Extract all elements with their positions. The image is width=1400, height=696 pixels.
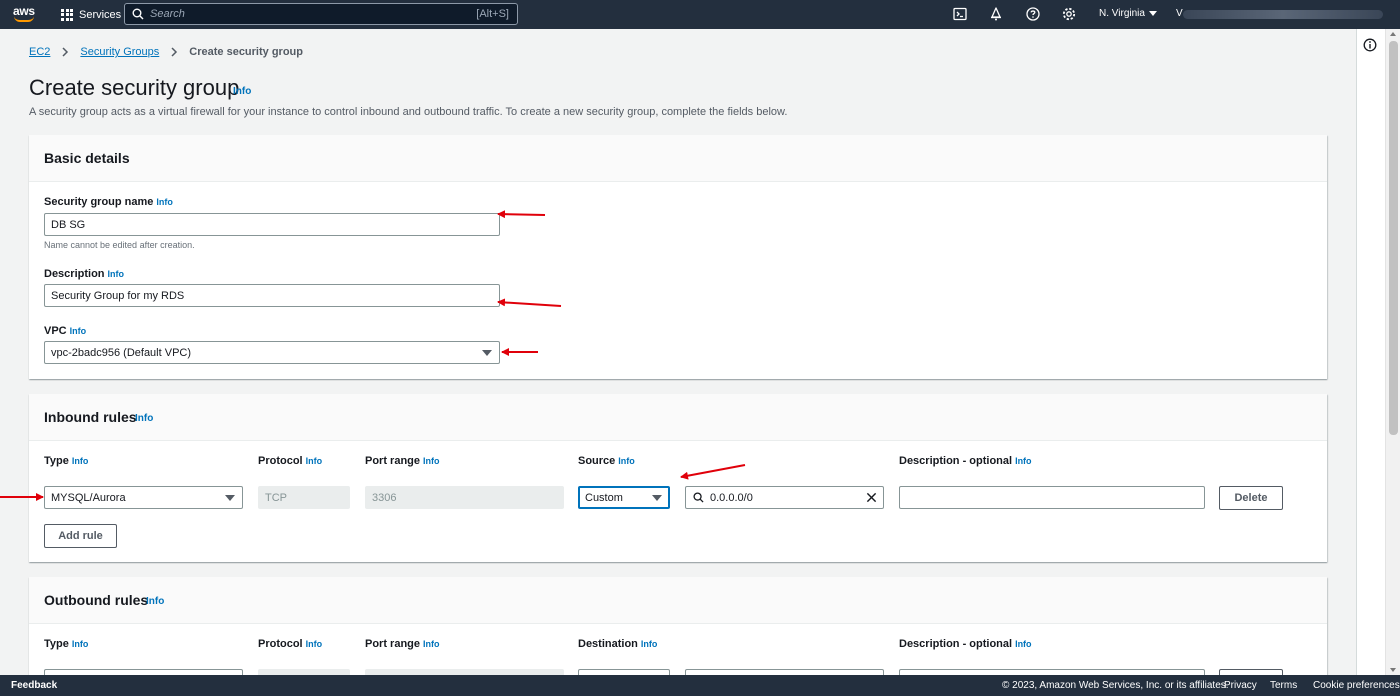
privacy-link[interactable]: Privacy — [1224, 680, 1257, 691]
outbound-rules-header: Outbound rules Info — [29, 577, 1327, 624]
help-icon[interactable] — [1025, 6, 1041, 22]
search-placeholder: Search — [150, 8, 185, 20]
out-col-protocol: Protocol Info — [258, 638, 323, 650]
services-label: Services — [79, 8, 122, 21]
cloudshell-icon[interactable] — [952, 6, 968, 22]
breadcrumb-current: Create security group — [189, 46, 303, 58]
chevron-down-icon — [1148, 11, 1157, 16]
outbound-rules-panel: Outbound rules Info Type Info Protocol Inf… — [29, 577, 1327, 675]
out-type-info-link[interactable]: Info — [72, 639, 89, 649]
description-info-link[interactable]: Info — [1015, 456, 1032, 466]
cookie-preferences-link[interactable]: Cookie preferences — [1313, 680, 1400, 691]
delete-rule-button[interactable]: Delete — [1219, 486, 1283, 510]
inbound-info-link[interactable]: Info — [135, 413, 153, 424]
col-port-range: Port range Info — [365, 455, 440, 467]
breadcrumb-ec2[interactable]: EC2 — [29, 46, 50, 58]
caret-down-icon — [482, 350, 492, 356]
col-description: Description - optional Info — [899, 455, 1032, 467]
breadcrumb-security-groups[interactable]: Security Groups — [80, 46, 159, 58]
bell-icon[interactable] — [988, 6, 1004, 22]
scroll-up-icon[interactable] — [1390, 32, 1396, 36]
page-title: Create security group — [29, 75, 240, 100]
vpc-info-link[interactable]: Info — [70, 326, 87, 336]
copyright-text: © 2023, Amazon Web Services, Inc. or its… — [1002, 680, 1229, 691]
security-group-name-field[interactable]: DB SG — [44, 213, 500, 236]
basic-details-panel: Basic details Security group name Info DB… — [29, 135, 1327, 379]
inbound-rules-panel: Inbound rules Info Type Info Protocol Info… — [29, 394, 1327, 562]
out-protocol-info-link[interactable]: Info — [306, 639, 323, 649]
add-rule-button[interactable]: Add rule — [44, 524, 117, 548]
search-input[interactable]: Search [Alt+S] — [124, 3, 518, 25]
source-cidr-field[interactable]: 0.0.0.0/0 — [685, 486, 884, 509]
out-description-info-link[interactable]: Info — [1015, 639, 1032, 649]
terms-link[interactable]: Terms — [1270, 680, 1297, 691]
description-label: Description Info — [44, 268, 125, 280]
aws-smile-icon — [14, 16, 34, 22]
vpc-label: VPC Info — [44, 325, 87, 337]
basic-details-title: Basic details — [44, 150, 130, 166]
port-range-field: 3306 — [365, 486, 564, 509]
source-type-value: Custom — [585, 492, 623, 504]
aws-logo[interactable]: aws — [13, 4, 37, 24]
out-col-type: Type Info — [44, 638, 89, 650]
name-info-link[interactable]: Info — [156, 197, 173, 207]
scroll-down-icon[interactable] — [1390, 668, 1396, 672]
search-icon — [693, 492, 704, 503]
col-protocol: Protocol Info — [258, 455, 323, 467]
type-info-link[interactable]: Info — [72, 456, 89, 466]
rule-type-select[interactable]: MYSQL/Aurora — [44, 486, 243, 509]
page-description: A security group acts as a virtual firew… — [29, 106, 788, 118]
page-scrollbar[interactable] — [1385, 29, 1400, 675]
grid-icon — [61, 8, 73, 21]
scrollbar-thumb[interactable] — [1389, 41, 1398, 435]
outbound-info-link[interactable]: Info — [146, 596, 164, 607]
vpc-select-value: vpc-2badc956 (Default VPC) — [51, 347, 192, 359]
col-source: Source Info — [578, 455, 635, 467]
inbound-rules-title: Inbound rules — [44, 409, 137, 425]
inbound-rules-header: Inbound rules Info — [29, 394, 1327, 441]
source-cidr-value: 0.0.0.0/0 — [710, 492, 753, 504]
info-panel-icon[interactable] — [1363, 38, 1377, 52]
region-selector[interactable]: N. Virginia — [1099, 8, 1157, 19]
account-initial[interactable]: V — [1176, 8, 1183, 19]
source-info-link[interactable]: Info — [618, 456, 635, 466]
port-info-link[interactable]: Info — [423, 456, 440, 466]
basic-details-header: Basic details — [29, 135, 1327, 182]
chevron-right-icon — [62, 47, 69, 57]
caret-down-icon — [225, 495, 235, 501]
out-col-destination: Destination Info — [578, 638, 658, 650]
footer: Feedback © 2023, Amazon Web Services, In… — [0, 675, 1400, 696]
feedback-link[interactable]: Feedback — [11, 680, 57, 691]
search-shortcut: [Alt+S] — [476, 8, 509, 20]
protocol-info-link[interactable]: Info — [306, 456, 323, 466]
out-col-port-range: Port range Info — [365, 638, 440, 650]
protocol-field: TCP — [258, 486, 350, 509]
caret-down-icon — [652, 495, 662, 501]
breadcrumb: EC2 Security Groups Create security grou… — [29, 46, 303, 58]
search-icon — [132, 8, 144, 20]
gear-icon[interactable] — [1061, 6, 1077, 22]
rule-type-value: MYSQL/Aurora — [51, 492, 126, 504]
tools-rail — [1356, 29, 1385, 675]
chevron-right-icon — [171, 47, 178, 57]
page-title-info-link[interactable]: Info — [233, 86, 251, 97]
name-hint: Name cannot be edited after creation. — [44, 240, 195, 250]
out-col-description: Description - optional Info — [899, 638, 1032, 650]
col-type: Type Info — [44, 455, 89, 467]
description-info-link[interactable]: Info — [108, 269, 125, 279]
rule-description-field[interactable] — [899, 486, 1205, 509]
services-menu-button[interactable]: Services — [61, 7, 121, 22]
account-name-redacted[interactable] — [1183, 10, 1383, 19]
region-label: N. Virginia — [1099, 8, 1145, 19]
top-navigation: aws Services Search [Alt+S] N. Virginia … — [0, 0, 1400, 29]
outbound-rules-title: Outbound rules — [44, 592, 149, 608]
close-icon[interactable] — [866, 492, 877, 503]
security-group-name-label: Security group name Info — [44, 196, 173, 208]
source-type-select[interactable]: Custom — [578, 486, 670, 509]
out-destination-info-link[interactable]: Info — [641, 639, 658, 649]
description-field[interactable]: Security Group for my RDS — [44, 284, 500, 307]
vpc-select[interactable]: vpc-2badc956 (Default VPC) — [44, 341, 500, 364]
out-port-info-link[interactable]: Info — [423, 639, 440, 649]
